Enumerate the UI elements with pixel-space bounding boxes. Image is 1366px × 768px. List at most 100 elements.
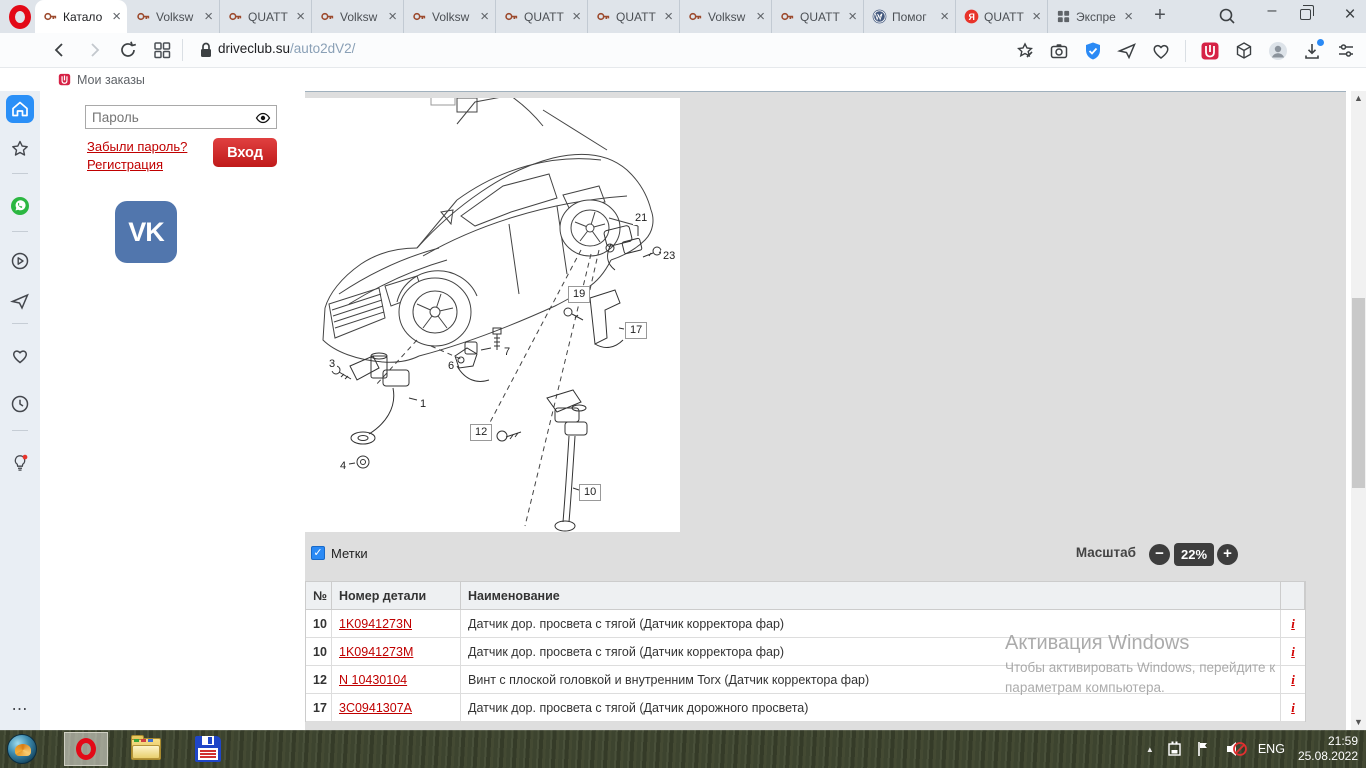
tab-close-icon[interactable]: × [1124, 9, 1133, 24]
address-bar[interactable]: driveclub.su/auto2dV2/ [218, 41, 355, 56]
tab-close-icon[interactable]: × [296, 9, 305, 24]
snapshot-camera-icon[interactable] [1049, 41, 1069, 61]
easy-setup-sliders-icon[interactable] [1336, 41, 1356, 61]
browser-tab[interactable]: QUATT× [219, 0, 311, 33]
taskbar-file-explorer-icon[interactable] [124, 732, 168, 766]
adblock-shield-icon[interactable] [1083, 41, 1103, 61]
browser-tab[interactable]: Экспре× [1047, 0, 1139, 33]
diagram-callout-21[interactable]: 21 [633, 212, 649, 225]
diagram-callout-1[interactable]: 1 [418, 398, 428, 411]
diagram-callout-23[interactable]: 23 [661, 250, 677, 263]
browser-tab[interactable]: Volksw× [679, 0, 771, 33]
login-button[interactable]: Вход [213, 138, 277, 167]
sidebar-more-ellipsis[interactable]: ⋯ [0, 699, 40, 719]
tab-search-icon[interactable] [1218, 7, 1236, 30]
tray-hidden-icons-arrow[interactable]: ▲ [1146, 745, 1154, 754]
sidebar-tips-lightbulb-icon[interactable] [6, 449, 34, 477]
window-close-button[interactable]: × [1338, 4, 1362, 26]
speed-dial-grid-icon[interactable] [152, 40, 172, 60]
tab-close-icon[interactable]: × [480, 9, 489, 24]
browser-tab[interactable]: QUATT× [587, 0, 679, 33]
bookmark-my-orders[interactable]: Мои заказы [77, 73, 145, 87]
info-link[interactable]: i [1291, 700, 1295, 716]
zoom-in-button[interactable]: + [1217, 544, 1238, 565]
page-scrollbar[interactable]: ▲ ▼ [1351, 91, 1366, 730]
lock-icon[interactable] [196, 40, 216, 60]
tab-close-icon[interactable]: × [664, 9, 673, 24]
tab-close-icon[interactable]: × [940, 9, 949, 24]
tab-close-icon[interactable]: × [204, 9, 213, 24]
parts-diagram[interactable]: 3 1 4 6 7 12 10 19 17 21 23 [305, 98, 680, 532]
opera-logo-icon[interactable] [9, 5, 31, 29]
diagram-callout-4[interactable]: 4 [338, 460, 348, 473]
profile-avatar-icon[interactable] [1268, 41, 1288, 61]
sidebar-bookmarks-star-icon[interactable] [6, 135, 34, 163]
browser-tab[interactable]: Volksw× [127, 0, 219, 33]
sidebar-speed-dial-home-icon[interactable] [6, 95, 34, 123]
info-link[interactable]: i [1291, 672, 1295, 688]
zoom-out-button[interactable]: − [1149, 544, 1170, 565]
sidebar-history-clock-icon[interactable] [6, 390, 34, 418]
forward-button[interactable] [84, 40, 104, 60]
back-button[interactable] [50, 40, 70, 60]
browser-tab[interactable]: QUATT× [495, 0, 587, 33]
browser-tab[interactable]: Volksw× [311, 0, 403, 33]
personal-news-heart-icon[interactable] [1151, 41, 1171, 61]
scrollbar-thumb[interactable] [1352, 298, 1365, 488]
tab-close-icon[interactable]: × [572, 9, 581, 24]
diagram-callout-7[interactable]: 7 [502, 346, 512, 359]
tab-close-icon[interactable]: × [848, 9, 857, 24]
scrollbar-up-arrow[interactable]: ▲ [1351, 91, 1366, 106]
sidebar-whatsapp-icon[interactable] [6, 192, 34, 220]
forgot-password-link[interactable]: Забыли пароль? [87, 139, 187, 154]
labels-checkbox[interactable]: ✓ [311, 546, 325, 560]
language-indicator[interactable]: ENG [1258, 742, 1285, 756]
browser-tab[interactable]: Volksw× [403, 0, 495, 33]
diagram-callout-17[interactable]: 17 [625, 322, 647, 339]
diagram-callout-12[interactable]: 12 [470, 424, 492, 441]
window-minimize-button[interactable]: – [1258, 2, 1286, 20]
diagram-callout-19[interactable]: 19 [568, 286, 590, 303]
diagram-callout-10[interactable]: 10 [579, 484, 601, 501]
part-number-link[interactable]: 1K0941273N [339, 617, 412, 631]
new-tab-button[interactable]: + [1148, 4, 1172, 27]
info-link[interactable]: i [1291, 644, 1295, 660]
driveclub-extension-icon[interactable] [1200, 41, 1220, 61]
extensions-cube-icon[interactable] [1234, 41, 1254, 61]
start-button[interactable] [7, 734, 37, 764]
tab-close-icon[interactable]: × [1032, 9, 1041, 24]
diagram-callout-6[interactable]: 6 [446, 360, 456, 373]
register-link[interactable]: Регистрация [87, 157, 163, 172]
part-number-link[interactable]: N 10430104 [339, 673, 407, 687]
taskbar-floppy-app-icon[interactable] [186, 732, 230, 766]
bookmark-edit-icon[interactable] [1015, 41, 1035, 61]
browser-tab[interactable]: Помог× [863, 0, 955, 33]
taskbar-clock[interactable]: 21:59 25.08.2022 [1298, 734, 1358, 764]
battery-icon[interactable] [1165, 741, 1185, 757]
browser-tab[interactable]: ЯQUATT× [955, 0, 1047, 33]
diagram-callout-3[interactable]: 3 [327, 358, 337, 371]
sidebar-player-icon[interactable] [6, 247, 34, 275]
sidebar-my-flow-icon[interactable] [6, 287, 34, 315]
vk-logo[interactable]: VK [115, 201, 177, 263]
action-center-flag-icon[interactable] [1196, 741, 1214, 757]
scrollbar-down-arrow[interactable]: ▼ [1351, 715, 1366, 730]
show-password-eye-icon[interactable] [255, 110, 271, 126]
reload-button[interactable] [118, 40, 138, 60]
downloads-icon[interactable] [1302, 41, 1322, 61]
browser-tab[interactable]: Катало× [35, 0, 127, 33]
cell-num: 10 [306, 638, 332, 665]
tab-close-icon[interactable]: × [756, 9, 765, 24]
taskbar-opera-icon[interactable] [64, 732, 108, 766]
volume-muted-icon[interactable] [1225, 740, 1247, 758]
my-flow-icon[interactable] [1117, 41, 1137, 61]
part-number-link[interactable]: 3C0941307A [339, 701, 412, 715]
tab-close-icon[interactable]: × [112, 9, 121, 24]
window-restore-button[interactable] [1300, 9, 1311, 20]
sidebar-personal-news-heart-icon[interactable] [6, 342, 34, 370]
browser-tab[interactable]: QUATT× [771, 0, 863, 33]
info-link[interactable]: i [1291, 616, 1295, 632]
password-input[interactable] [86, 106, 246, 128]
tab-close-icon[interactable]: × [388, 9, 397, 24]
part-number-link[interactable]: 1K0941273M [339, 645, 413, 659]
